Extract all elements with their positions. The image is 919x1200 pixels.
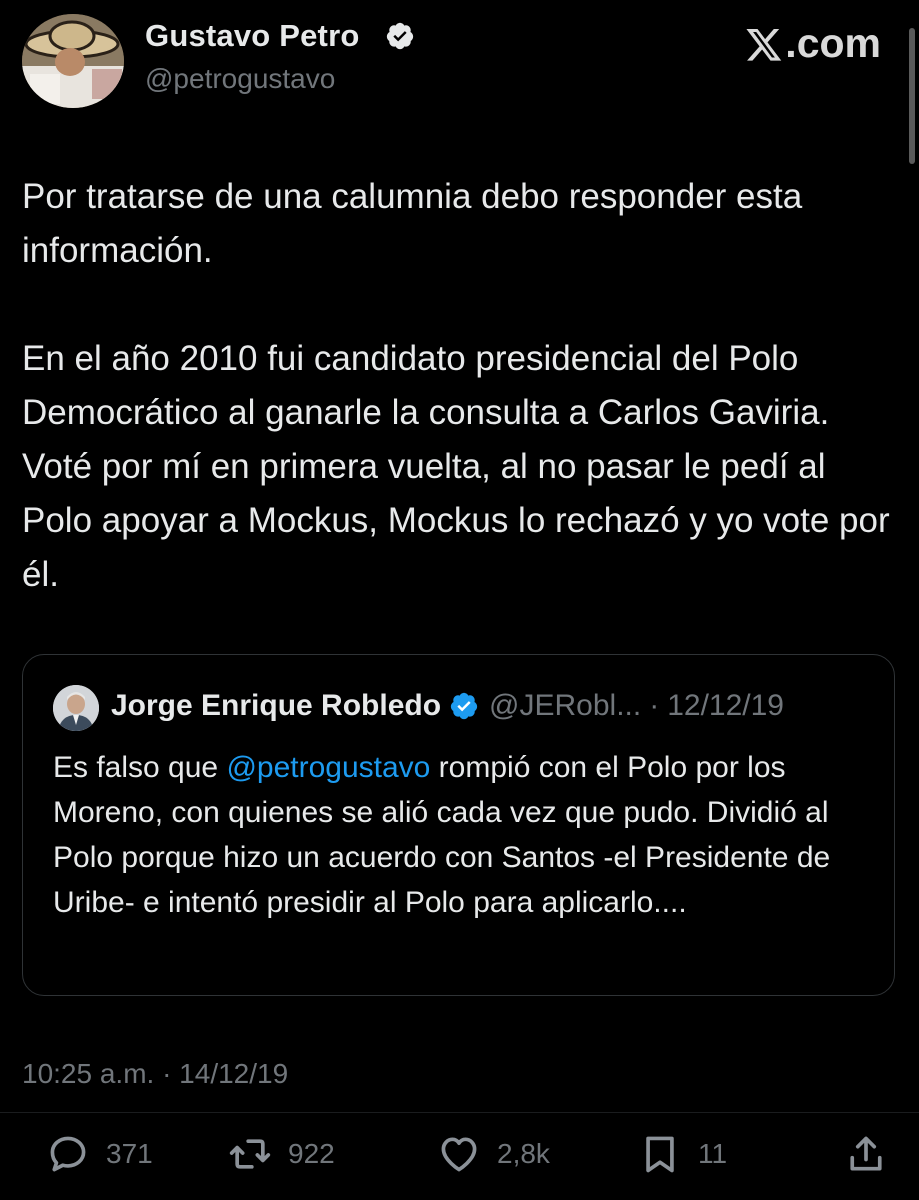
tweet-text: Por tratarse de una calumnia debo respon… xyxy=(22,170,897,602)
reply-button[interactable]: 371 xyxy=(46,1126,153,1182)
retweet-icon xyxy=(229,1139,271,1169)
share-icon xyxy=(850,1136,882,1171)
quote-author-avatar[interactable] xyxy=(53,685,99,731)
retweet-count: 922 xyxy=(288,1138,335,1169)
heart-icon xyxy=(441,1137,477,1172)
quote-text: Es falso que @petrogustavo rompió con el… xyxy=(53,745,883,925)
quote-header: Jorge Enrique Robledo @JERobl... · 12/12… xyxy=(111,689,784,723)
bookmark-icon xyxy=(646,1136,674,1173)
like-count: 2,8k xyxy=(497,1138,550,1169)
author-handle[interactable]: @petrogustavo xyxy=(145,63,335,95)
quote-mention-link[interactable]: @petrogustavo xyxy=(226,751,430,784)
quote-verified-badge-icon xyxy=(450,692,478,720)
bookmark-button[interactable]: 11 xyxy=(638,1126,727,1182)
brand-label: .com xyxy=(785,20,881,66)
x-logo-icon xyxy=(746,28,782,61)
share-button[interactable] xyxy=(844,1126,904,1182)
author-avatar[interactable] xyxy=(22,14,124,108)
verified-badge-icon xyxy=(386,22,414,50)
like-button[interactable]: 2,8k xyxy=(437,1126,550,1182)
quote-author-name[interactable]: Jorge Enrique Robledo xyxy=(111,689,441,723)
action-bar: 371 922 2,8k 11 xyxy=(0,1126,919,1186)
brand-watermark: .com xyxy=(745,20,881,67)
author-name[interactable]: Gustavo Petro xyxy=(145,18,359,54)
tweet-timestamp[interactable]: 10:25 a.m. · 14/12/19 xyxy=(22,1058,288,1090)
quote-separator: · xyxy=(649,689,660,722)
tweet-paragraph-2: En el año 2010 fui candidato presidencia… xyxy=(22,339,890,594)
quote-text-before: Es falso que xyxy=(53,751,227,784)
quoted-tweet-card[interactable]: Jorge Enrique Robledo @JERobl... · 12/12… xyxy=(22,654,895,996)
reply-count: 371 xyxy=(106,1138,153,1169)
bookmark-count: 11 xyxy=(698,1138,728,1169)
tweet-paragraph-1: Por tratarse de una calumnia debo respon… xyxy=(22,177,803,270)
retweet-button[interactable]: 922 xyxy=(228,1126,335,1182)
divider xyxy=(0,1112,919,1113)
quote-date[interactable]: 12/12/19 xyxy=(667,689,784,723)
scrollbar[interactable] xyxy=(909,28,915,164)
reply-icon xyxy=(50,1136,86,1172)
quote-author-handle[interactable]: @JERobl... xyxy=(489,689,641,723)
